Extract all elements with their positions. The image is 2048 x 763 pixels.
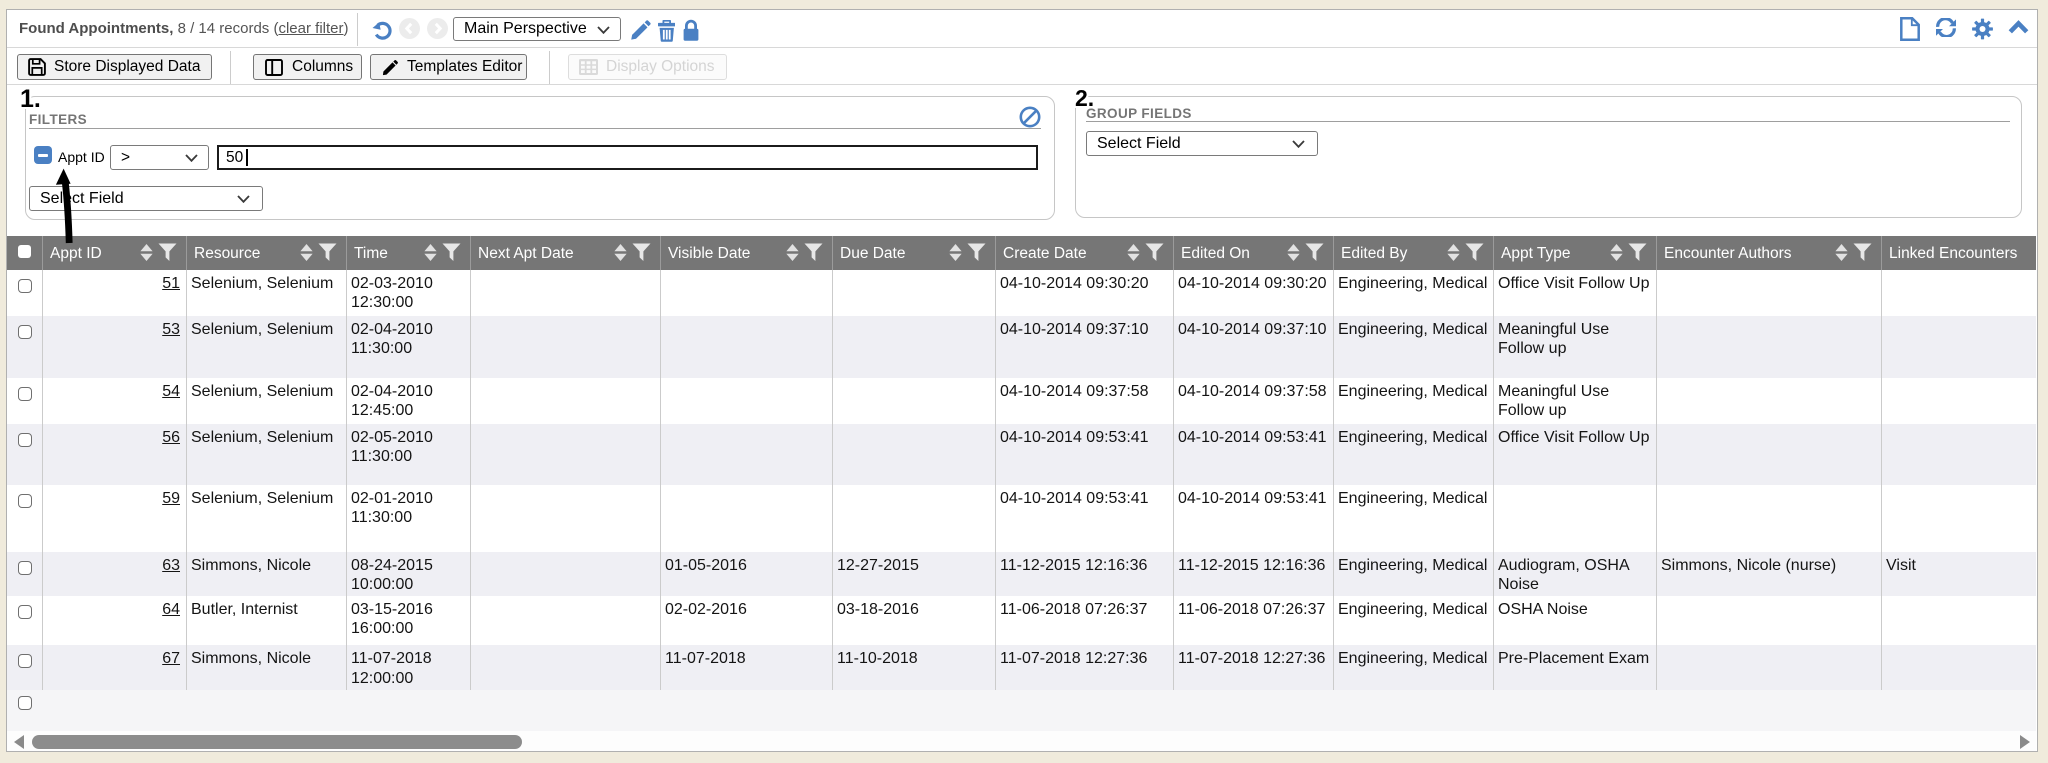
- svg-text:1.: 1.: [20, 85, 41, 113]
- svg-text:2.: 2.: [1075, 85, 1094, 111]
